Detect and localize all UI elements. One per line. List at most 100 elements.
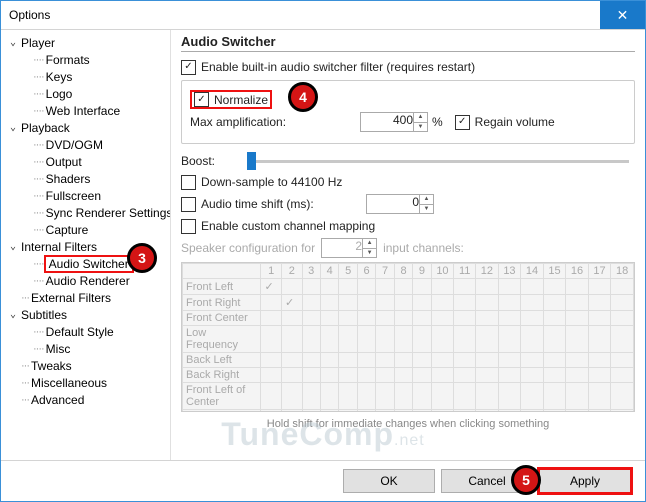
channel-cell[interactable]	[431, 368, 454, 383]
channel-cell[interactable]	[320, 279, 338, 295]
channel-cell[interactable]	[588, 326, 611, 353]
chevron-down-icon[interactable]: ⌄	[7, 122, 19, 133]
channel-cell[interactable]	[357, 295, 375, 311]
channel-cell[interactable]	[302, 295, 320, 311]
regain-checkbox[interactable]	[455, 115, 470, 130]
channel-cell[interactable]	[611, 410, 634, 413]
channel-cell[interactable]	[543, 326, 566, 353]
channel-cell[interactable]	[476, 326, 499, 353]
channel-cell[interactable]	[282, 410, 303, 413]
channel-cell[interactable]	[413, 295, 431, 311]
channel-cell[interactable]	[521, 295, 544, 311]
channel-cell[interactable]	[261, 368, 282, 383]
channel-cell[interactable]	[394, 279, 412, 295]
channel-cell[interactable]	[376, 383, 394, 410]
channel-cell[interactable]	[543, 368, 566, 383]
channel-cell[interactable]	[413, 326, 431, 353]
channel-cell[interactable]	[302, 368, 320, 383]
channel-cell[interactable]	[498, 326, 521, 353]
channel-cell[interactable]	[611, 279, 634, 295]
channel-cell[interactable]	[261, 410, 282, 413]
channel-cell[interactable]	[339, 279, 357, 295]
channel-cell[interactable]	[282, 311, 303, 326]
channel-cell[interactable]	[431, 279, 454, 295]
channel-cell[interactable]	[611, 353, 634, 368]
channel-cell[interactable]	[431, 383, 454, 410]
category-tree[interactable]: ⌄Player ····Formats ····Keys ····Logo ··…	[1, 30, 171, 460]
channel-cell[interactable]	[431, 311, 454, 326]
channel-cell[interactable]	[611, 295, 634, 311]
channel-cell[interactable]: ✓	[261, 279, 282, 295]
channel-cell[interactable]	[521, 326, 544, 353]
channel-cell[interactable]	[282, 279, 303, 295]
channel-cell[interactable]	[611, 383, 634, 410]
channel-cell[interactable]	[413, 279, 431, 295]
channel-cell[interactable]	[588, 311, 611, 326]
channel-cell[interactable]	[566, 279, 589, 295]
tree-audio-renderer[interactable]: ····Audio Renderer	[3, 272, 168, 289]
channel-cell[interactable]	[476, 279, 499, 295]
channel-cell[interactable]	[431, 353, 454, 368]
spinner-icon[interactable]: ▲▼	[419, 195, 433, 213]
channel-cell[interactable]	[261, 295, 282, 311]
channel-cell[interactable]	[394, 410, 412, 413]
channel-cell[interactable]	[339, 295, 357, 311]
channel-cell[interactable]	[282, 353, 303, 368]
channel-cell[interactable]	[498, 383, 521, 410]
channel-cell[interactable]	[588, 295, 611, 311]
channel-cell[interactable]	[339, 410, 357, 413]
channel-cell[interactable]	[454, 311, 476, 326]
tree-playback[interactable]: ⌄Playback	[3, 119, 168, 136]
tree-logo[interactable]: ····Logo	[3, 85, 168, 102]
channel-cell[interactable]	[376, 353, 394, 368]
channel-cell[interactable]	[320, 326, 338, 353]
channel-cell[interactable]	[339, 353, 357, 368]
channel-cell[interactable]	[339, 383, 357, 410]
tree-player[interactable]: ⌄Player	[3, 34, 168, 51]
tree-dvd[interactable]: ····DVD/OGM	[3, 136, 168, 153]
channel-cell[interactable]	[566, 368, 589, 383]
channel-cell[interactable]	[476, 311, 499, 326]
channel-cell[interactable]	[413, 368, 431, 383]
channel-cell[interactable]	[302, 279, 320, 295]
channel-cell[interactable]	[261, 311, 282, 326]
channel-cell[interactable]	[302, 383, 320, 410]
channel-cell[interactable]	[566, 383, 589, 410]
channel-cell[interactable]	[413, 410, 431, 413]
channel-cell[interactable]	[357, 353, 375, 368]
channel-cell[interactable]	[454, 353, 476, 368]
channel-cell[interactable]	[357, 410, 375, 413]
tree-capture[interactable]: ····Capture	[3, 221, 168, 238]
channelmap-checkbox[interactable]	[181, 219, 196, 234]
channel-cell[interactable]	[611, 326, 634, 353]
channel-cell[interactable]	[320, 410, 338, 413]
channel-cell[interactable]	[376, 368, 394, 383]
channel-cell[interactable]	[521, 410, 544, 413]
tree-miscellaneous[interactable]: ···Miscellaneous	[3, 374, 168, 391]
channel-cell[interactable]	[413, 383, 431, 410]
channel-cell[interactable]	[543, 279, 566, 295]
channel-cell[interactable]	[394, 368, 412, 383]
channel-cell[interactable]	[543, 295, 566, 311]
channel-cell[interactable]	[454, 410, 476, 413]
channel-cell[interactable]	[543, 353, 566, 368]
channel-cell[interactable]	[431, 295, 454, 311]
channel-cell[interactable]	[588, 383, 611, 410]
channel-cell[interactable]	[588, 368, 611, 383]
channel-cell[interactable]	[282, 368, 303, 383]
channel-cell[interactable]	[320, 311, 338, 326]
channel-cell[interactable]	[339, 311, 357, 326]
tree-sync-renderer[interactable]: ····Sync Renderer Settings	[3, 204, 168, 221]
tree-default-style[interactable]: ····Default Style	[3, 323, 168, 340]
channel-cell[interactable]	[261, 353, 282, 368]
channel-cell[interactable]	[566, 326, 589, 353]
apply-button[interactable]: Apply	[539, 469, 631, 493]
channel-cell[interactable]	[320, 368, 338, 383]
channel-cell[interactable]	[566, 311, 589, 326]
channel-cell[interactable]	[320, 295, 338, 311]
channel-cell[interactable]	[431, 326, 454, 353]
channel-cell[interactable]	[339, 368, 357, 383]
chevron-down-icon[interactable]: ⌄	[7, 309, 19, 320]
channel-cell[interactable]	[394, 326, 412, 353]
channel-cell[interactable]	[521, 353, 544, 368]
